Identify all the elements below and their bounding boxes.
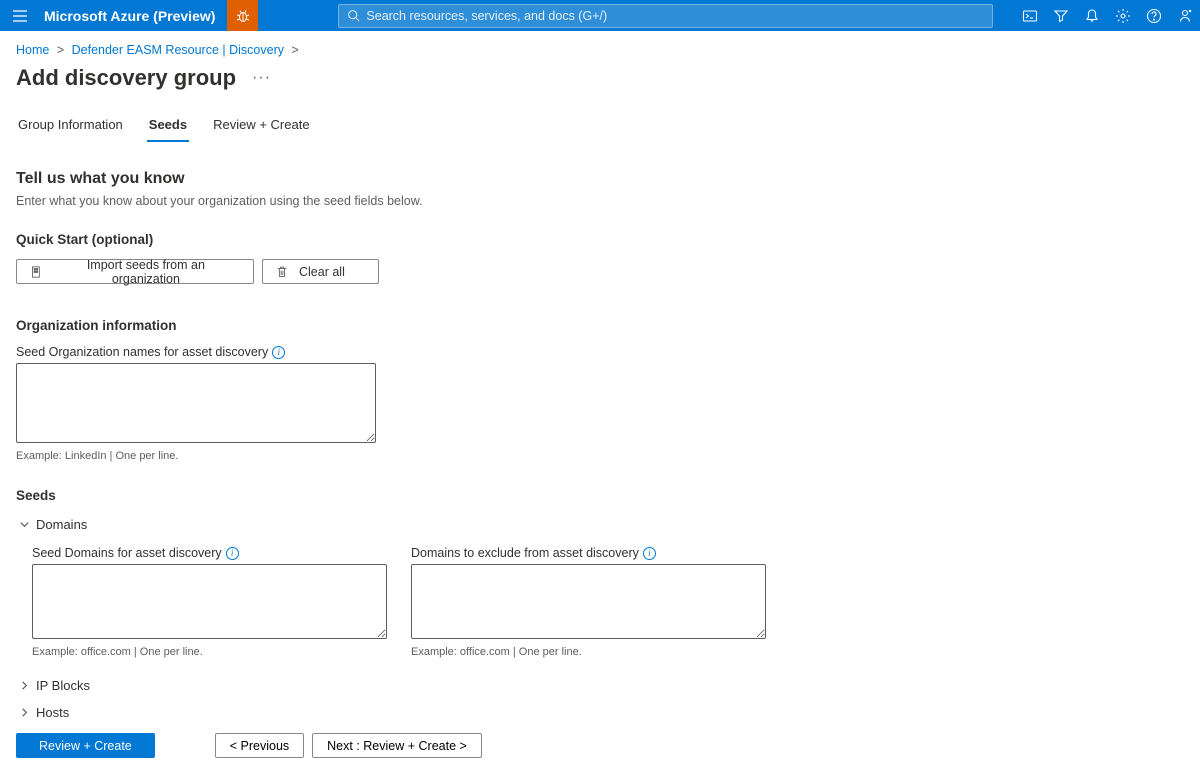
search-icon — [347, 9, 360, 22]
clear-all-label: Clear all — [299, 265, 345, 279]
directory-filter-button[interactable] — [1045, 0, 1076, 31]
tab-bar: Group Information Seeds Review + Create — [0, 109, 1200, 142]
exclude-domains-col: Domains to exclude from asset discovery … — [411, 546, 766, 658]
tab-seeds[interactable]: Seeds — [147, 109, 189, 142]
import-seeds-label: Import seeds from an organization — [53, 258, 239, 286]
intro-subtext: Enter what you know about your organizat… — [16, 194, 1184, 208]
gear-icon — [1115, 8, 1131, 24]
menu-toggle-button[interactable] — [0, 0, 40, 31]
clear-all-button[interactable]: Clear all — [262, 259, 379, 284]
nav-button-group: < Previous Next : Review + Create > — [215, 733, 482, 758]
breadcrumb-separator: > — [291, 43, 298, 57]
previous-button[interactable]: < Previous — [215, 733, 304, 758]
search-input[interactable] — [366, 9, 984, 23]
seeds-heading: Seeds — [16, 488, 1184, 503]
bell-icon — [1084, 8, 1100, 24]
breadcrumb-item-home[interactable]: Home — [16, 43, 49, 57]
accordion-hosts-header[interactable]: Hosts — [16, 705, 1184, 720]
seed-domains-col: Seed Domains for asset discovery i Examp… — [32, 546, 387, 658]
import-seeds-button[interactable]: Import seeds from an organization — [16, 259, 254, 284]
content-area: Tell us what you know Enter what you kno… — [0, 142, 1200, 726]
exclude-domains-label: Domains to exclude from asset discovery … — [411, 546, 766, 560]
help-icon — [1146, 8, 1162, 24]
search-wrap — [258, 4, 1014, 28]
accordion-domains-label: Domains — [36, 517, 87, 532]
help-button[interactable] — [1138, 0, 1169, 31]
quickstart-heading: Quick Start (optional) — [16, 232, 1184, 247]
chevron-right-icon — [16, 680, 32, 691]
accordion-domains: Domains Seed Domains for asset discovery… — [16, 511, 1184, 672]
page-title: Add discovery group — [16, 65, 236, 91]
org-field-label: Seed Organization names for asset discov… — [16, 345, 1184, 359]
seeds-section: Seeds Domains Seed Domains for asset dis… — [16, 488, 1184, 726]
info-icon[interactable]: i — [226, 547, 239, 560]
preview-bug-button[interactable] — [227, 0, 258, 31]
org-heading: Organization information — [16, 318, 1184, 333]
breadcrumb-separator: > — [57, 43, 64, 57]
org-names-textarea[interactable] — [16, 363, 376, 443]
info-icon[interactable]: i — [643, 547, 656, 560]
accordion-hosts-label: Hosts — [36, 705, 69, 720]
tab-review-create[interactable]: Review + Create — [211, 109, 311, 142]
chevron-right-icon — [16, 707, 32, 718]
quickstart-row: Import seeds from an organization Clear … — [16, 259, 1184, 284]
tab-group-information[interactable]: Group Information — [16, 109, 125, 142]
brand-label[interactable]: Microsoft Azure (Preview) — [40, 8, 227, 24]
trash-icon — [275, 265, 289, 279]
more-actions-button[interactable]: ··· — [252, 69, 271, 87]
top-header: Microsoft Azure (Preview) — [0, 0, 1200, 31]
review-create-button[interactable]: Review + Create — [16, 733, 155, 758]
intro-heading: Tell us what you know — [16, 170, 1184, 188]
header-actions — [1014, 0, 1200, 31]
feedback-button[interactable] — [1169, 0, 1200, 31]
next-button[interactable]: Next : Review + Create > — [312, 733, 482, 758]
accordion-domains-header[interactable]: Domains — [16, 517, 1184, 532]
accordion-hosts: Hosts — [16, 699, 1184, 726]
breadcrumb: Home > Defender EASM Resource | Discover… — [0, 31, 1200, 61]
info-icon[interactable]: i — [272, 346, 285, 359]
accordion-ip-blocks: IP Blocks — [16, 672, 1184, 699]
cloud-shell-button[interactable] — [1014, 0, 1045, 31]
accordion-ip-blocks-label: IP Blocks — [36, 678, 90, 693]
exclude-domains-textarea[interactable] — [411, 564, 766, 639]
breadcrumb-item-discovery[interactable]: Defender EASM Resource | Discovery — [72, 43, 284, 57]
page-title-row: Add discovery group ··· — [0, 61, 1200, 109]
org-help-text: Example: LinkedIn | One per line. — [16, 450, 1184, 462]
hamburger-icon — [12, 8, 28, 24]
organization-section: Organization information Seed Organizati… — [16, 318, 1184, 462]
bug-icon — [235, 8, 251, 24]
cloud-shell-icon — [1022, 8, 1038, 24]
feedback-icon — [1177, 8, 1193, 24]
footer-actions: Review + Create < Previous Next : Review… — [16, 733, 482, 758]
accordion-domains-body: Seed Domains for asset discovery i Examp… — [16, 532, 1184, 666]
organization-icon — [29, 265, 43, 279]
chevron-down-icon — [16, 519, 32, 530]
filter-icon — [1053, 8, 1069, 24]
seed-domains-help: Example: office.com | One per line. — [32, 646, 387, 658]
exclude-domains-help: Example: office.com | One per line. — [411, 646, 766, 658]
notifications-button[interactable] — [1076, 0, 1107, 31]
seed-domains-textarea[interactable] — [32, 564, 387, 639]
accordion-ip-blocks-header[interactable]: IP Blocks — [16, 678, 1184, 693]
settings-button[interactable] — [1107, 0, 1138, 31]
global-search[interactable] — [338, 4, 993, 28]
seed-domains-label: Seed Domains for asset discovery i — [32, 546, 387, 560]
